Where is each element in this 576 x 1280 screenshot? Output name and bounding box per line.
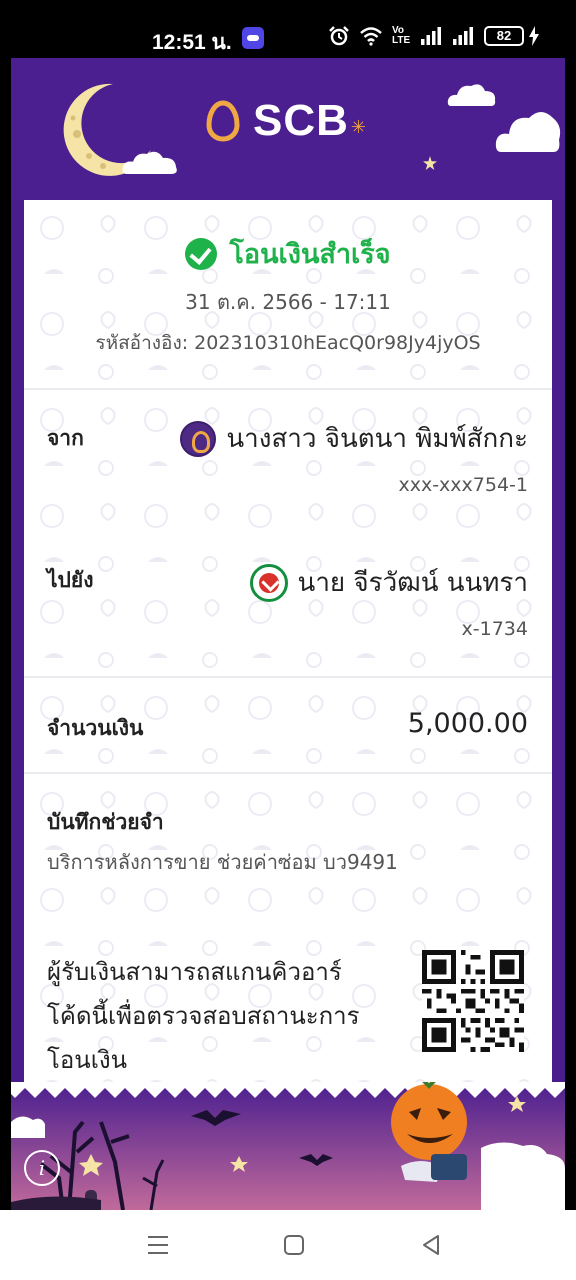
from-label: จาก bbox=[47, 426, 84, 450]
recipient-row: นาย จีรวัฒน์ นนทรา bbox=[249, 562, 528, 603]
recipient-name: นาย จีรวัฒน์ นนทรา bbox=[297, 568, 528, 598]
logo-spark-icon: ✳ bbox=[350, 116, 366, 138]
memo-text: บริการหลังการขาย ช่วยค่าซ่อม บว9491 bbox=[47, 850, 398, 874]
divider bbox=[24, 388, 552, 390]
battery-indicator: 82 bbox=[484, 26, 524, 46]
transfer-receipt: โอนเงินสำเร็จ 31 ต.ค. 2566 - 17:11 รหัสอ… bbox=[24, 200, 552, 1088]
menu-icon[interactable] bbox=[144, 1232, 172, 1258]
sender-account: xxx-xxx754-1 bbox=[398, 474, 528, 496]
system-navigation-bar bbox=[0, 1210, 576, 1280]
volte-indicator: Vo LTE bbox=[392, 25, 411, 46]
brand-name: SCB bbox=[253, 96, 349, 145]
signal-icon-1 bbox=[421, 27, 441, 45]
kbank-bank-icon bbox=[249, 563, 288, 602]
cloud-illustration bbox=[495, 112, 561, 152]
status-text: โอนเงินสำเร็จ bbox=[229, 239, 391, 270]
app-screen: SCB ✳ โอนเงินสำเร็จ 31 ต.ค. 2566 - 17:11… bbox=[0, 58, 576, 1210]
divider bbox=[24, 772, 552, 774]
cloud-illustration bbox=[122, 151, 177, 174]
amount-label: จำนวนเงิน bbox=[47, 716, 144, 740]
star-icon bbox=[423, 156, 437, 170]
transfer-status: โอนเงินสำเร็จ bbox=[24, 232, 552, 275]
scb-bank-icon bbox=[180, 420, 217, 457]
transaction-datetime: 31 ต.ค. 2566 - 17:11 bbox=[185, 290, 391, 314]
success-check-icon bbox=[185, 237, 218, 270]
qr-instruction: ผู้รับเงินสามารถสแกนคิวอาร์โค้ดนี้เพื่อต… bbox=[47, 958, 360, 1074]
signal-icon-2 bbox=[453, 27, 473, 45]
status-time: 12:51 น. bbox=[152, 31, 232, 54]
sender-row: นางสาว จินตนา พิมพ์สักกะ bbox=[180, 418, 528, 459]
wifi-icon bbox=[360, 27, 382, 46]
charging-bolt-icon bbox=[529, 26, 539, 46]
cloud-illustration bbox=[447, 84, 496, 106]
recipient-account: x-1734 bbox=[461, 618, 528, 640]
memo-label: บันทึกช่วยจำ bbox=[47, 810, 164, 834]
scb-logo-icon bbox=[206, 100, 240, 142]
amount-value: 5,000.00 bbox=[407, 708, 528, 739]
receipt-frame: SCB ✳ โอนเงินสำเร็จ 31 ต.ค. 2566 - 17:11… bbox=[11, 58, 565, 1210]
verification-qr-code[interactable] bbox=[422, 950, 524, 1052]
alarm-icon bbox=[329, 26, 349, 46]
back-icon[interactable] bbox=[418, 1232, 446, 1258]
notification-app-icon bbox=[242, 27, 264, 49]
receipt-header: SCB ✳ bbox=[11, 58, 565, 200]
status-icons: Vo LTE 82 bbox=[328, 26, 540, 46]
reference-code: รหัสอ้างอิง: 202310310hEacQ0r98Jy4jyOS bbox=[95, 332, 481, 354]
status-bar: 12:51 น. Vo LTE 82 bbox=[0, 0, 576, 58]
scb-logo: SCB ✳ bbox=[201, 96, 366, 146]
home-icon[interactable] bbox=[280, 1232, 308, 1258]
sender-name: นางสาว จินตนา พิมพ์สักกะ bbox=[226, 424, 528, 454]
to-label: ไปยัง bbox=[47, 568, 94, 592]
info-button[interactable]: i bbox=[24, 1150, 60, 1186]
divider bbox=[24, 676, 552, 678]
halloween-footer-illustration bbox=[11, 1082, 565, 1210]
